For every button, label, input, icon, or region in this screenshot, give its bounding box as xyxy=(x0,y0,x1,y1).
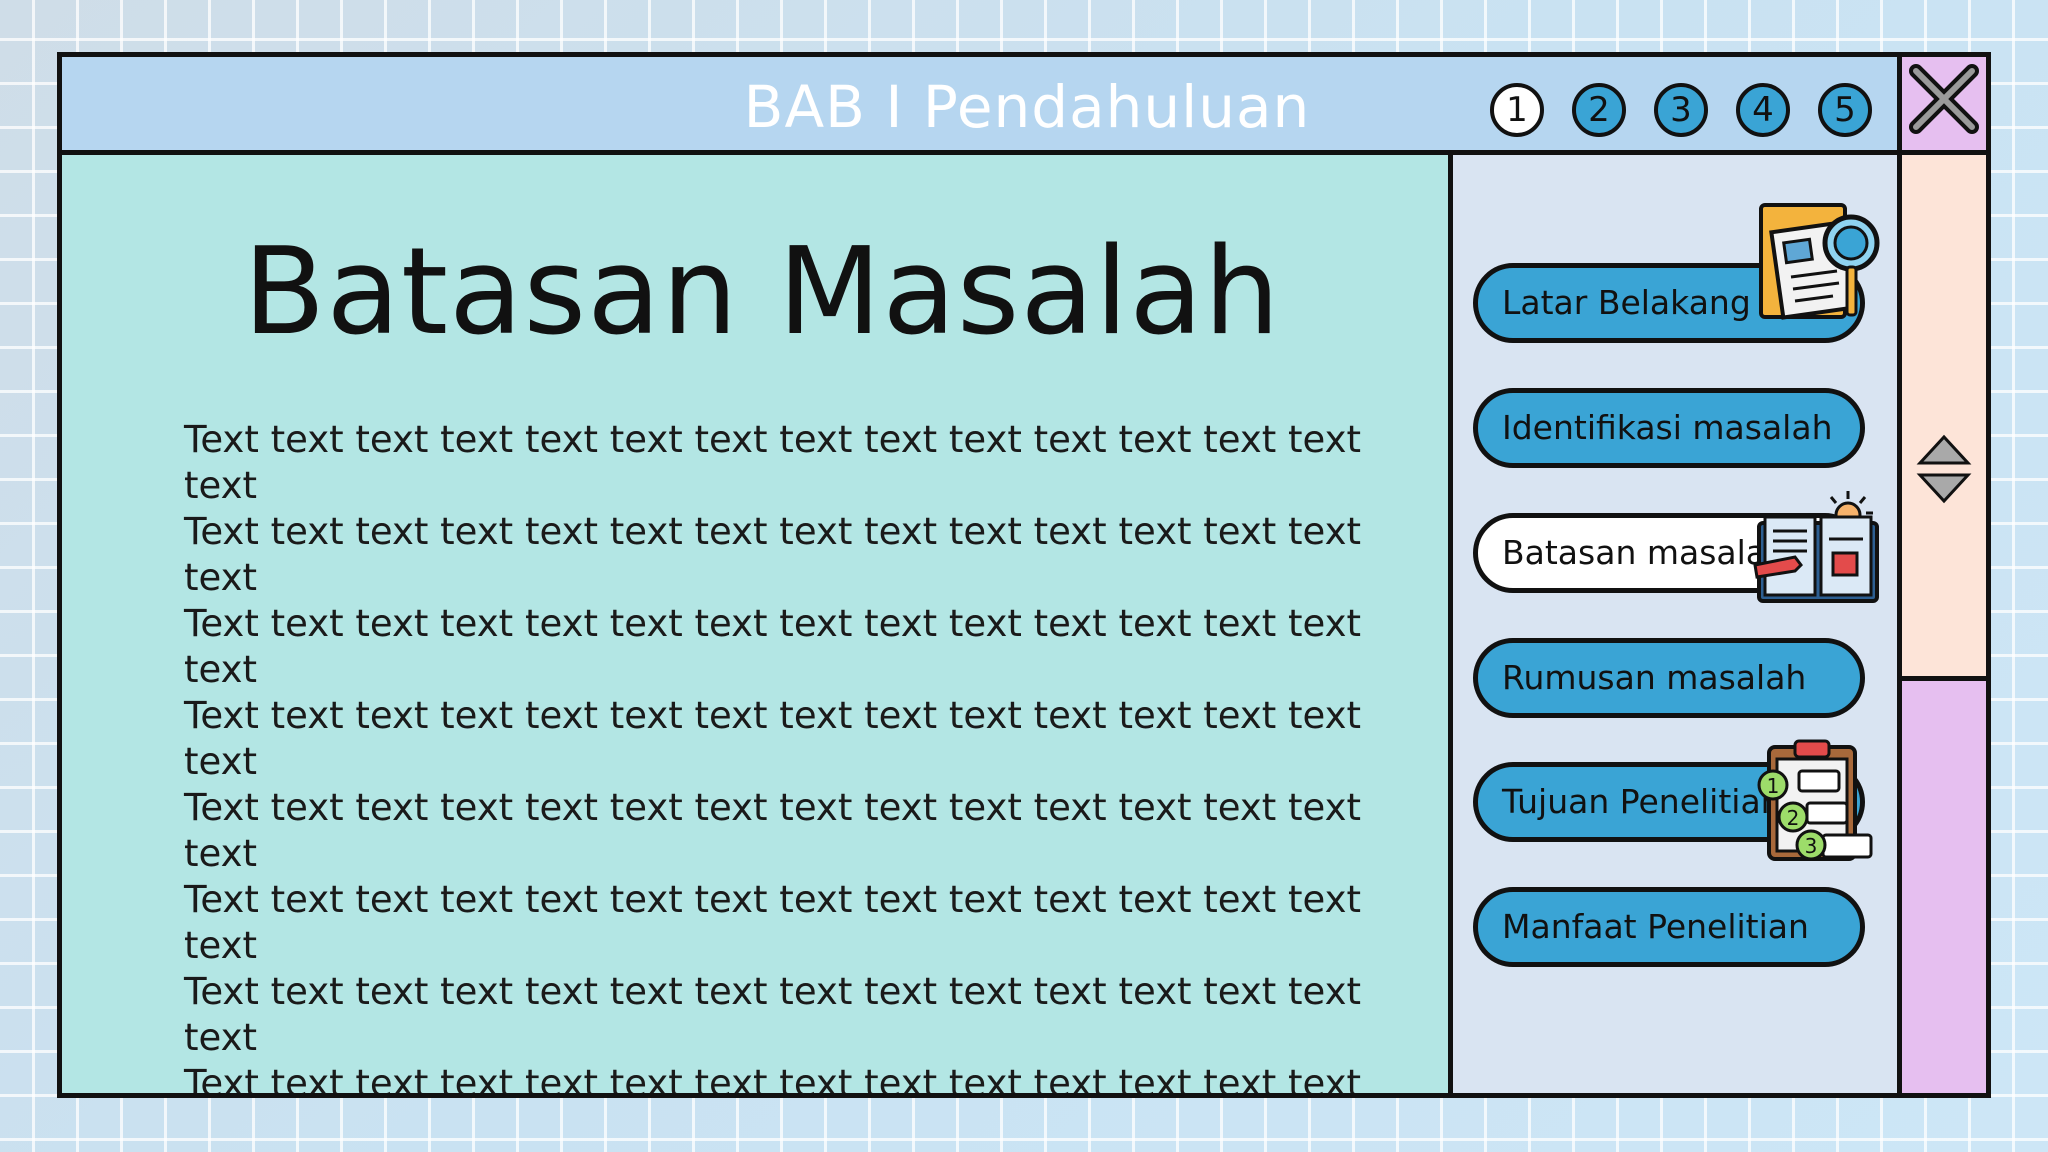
page-4-button[interactable]: 4 xyxy=(1736,83,1790,137)
paragraph-line: Text text text text text text text text … xyxy=(184,878,1362,967)
nav-rumusan-masalah-button[interactable]: Rumusan masalah xyxy=(1473,638,1865,718)
page-5-button[interactable]: 5 xyxy=(1818,83,1872,137)
page-2-button[interactable]: 2 xyxy=(1572,83,1626,137)
app-window: BAB I Pendahuluan 1 2 3 4 5 Batasan Masa… xyxy=(57,52,1991,1098)
book-lightbulb-icon xyxy=(1753,487,1883,611)
content-panel: Batasan Masalah Text text text text text… xyxy=(62,155,1453,1098)
paragraph-line: Text text text text text text text text … xyxy=(184,694,1362,783)
close-button[interactable] xyxy=(1902,57,1986,155)
document-magnifier-icon xyxy=(1755,197,1885,331)
paragraph-line: Text text text text text text text text … xyxy=(184,602,1362,691)
svg-text:2: 2 xyxy=(1787,806,1800,830)
scroll-arrows-icon[interactable] xyxy=(1902,415,1986,535)
title-bar: BAB I Pendahuluan 1 2 3 4 5 xyxy=(62,57,1902,155)
body-paragraph: Text text text text text text text text … xyxy=(184,417,1404,1098)
paragraph-line: Text text text text text text text text … xyxy=(184,510,1362,599)
paragraph-line: Text text text text text text text text … xyxy=(184,1062,1362,1098)
paragraph-line: Text text text text text text text text … xyxy=(184,418,1362,507)
svg-text:1: 1 xyxy=(1767,774,1780,798)
nav-identifikasi-masalah-button[interactable]: Identifikasi masalah xyxy=(1473,388,1865,468)
scrollbar-track-upper[interactable] xyxy=(1902,155,1986,681)
paragraph-line: Text text text text text text text text … xyxy=(184,786,1362,875)
nav-manfaat-penelitian-button[interactable]: Manfaat Penelitian xyxy=(1473,887,1865,967)
page-selector: 1 2 3 4 5 xyxy=(1490,83,1872,137)
page-3-button[interactable]: 3 xyxy=(1654,83,1708,137)
clipboard-checklist-icon: 1 2 3 xyxy=(1749,737,1879,871)
page-1-button[interactable]: 1 xyxy=(1490,83,1544,137)
close-icon xyxy=(1909,64,1979,134)
scrollbar-thumb[interactable] xyxy=(1902,681,1986,1093)
svg-text:3: 3 xyxy=(1805,834,1818,858)
section-sidebar: Latar Belakang Identifikasi masalah Bata… xyxy=(1453,155,1902,1093)
paragraph-line: Text text text text text text text text … xyxy=(184,970,1362,1059)
page-heading: Batasan Masalah xyxy=(243,223,1281,362)
